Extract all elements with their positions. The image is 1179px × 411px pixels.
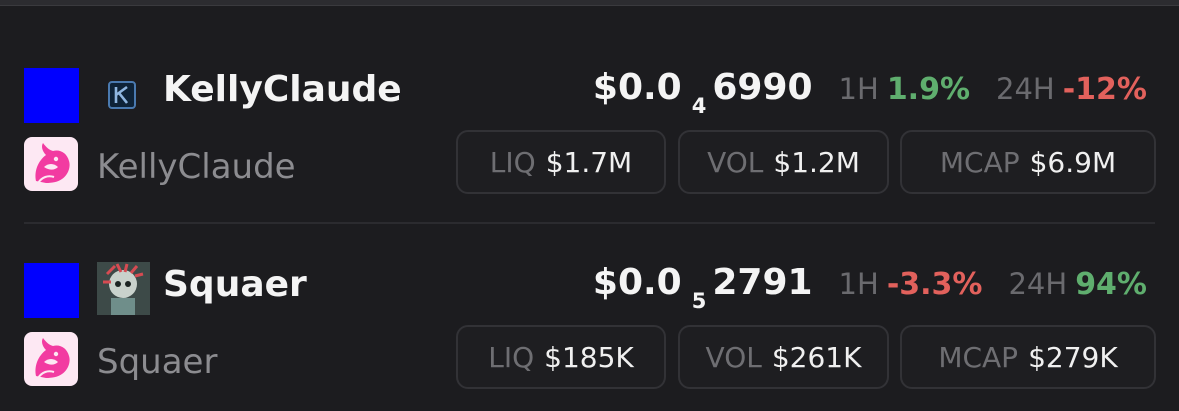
token-row-kellyclaude[interactable]: KellyClaude KellyClaude $0.0 4 6990 1H 1… xyxy=(0,55,1179,215)
price-and-changes: $0.0 4 6990 1H 1.9% 24H -12% xyxy=(592,67,1147,118)
h24-change: -12% xyxy=(1062,72,1147,107)
token-name[interactable]: Squaer xyxy=(163,264,307,305)
price-digits: 6990 xyxy=(712,67,813,108)
h24-label: 24H xyxy=(1008,267,1068,301)
liquidity-pill[interactable]: LIQ $1.7M xyxy=(456,130,666,194)
token-name[interactable]: KellyClaude xyxy=(163,69,402,110)
market-cap-pill[interactable]: MCAP $279K xyxy=(900,325,1156,389)
volume-pill[interactable]: VOL $1.2M xyxy=(678,130,889,194)
price-zero-count: 5 xyxy=(691,289,707,313)
vol-label: VOL xyxy=(705,340,762,374)
vol-value: $1.2M xyxy=(773,145,860,179)
price-zero-count: 4 xyxy=(691,94,707,118)
mcap-label: MCAP xyxy=(939,145,1020,179)
mcap-label: MCAP xyxy=(938,340,1019,374)
price-prefix: $0.0 xyxy=(592,67,682,108)
token-row-squaer[interactable]: Squaer Squaer $0.0 5 2791 1H -3.3% 24H 9… xyxy=(0,250,1179,410)
h24-label: 24H xyxy=(996,72,1055,106)
mcap-value: $279K xyxy=(1028,340,1118,374)
volume-pill[interactable]: VOL $261K xyxy=(678,325,889,389)
h1-change: 1.9% xyxy=(886,72,971,107)
row-divider xyxy=(24,222,1155,224)
squaer-avatar-icon xyxy=(97,262,150,315)
k-logo-icon xyxy=(108,81,136,109)
dex-pair-name: Squaer xyxy=(97,342,218,382)
top-edge xyxy=(0,0,1179,6)
h24-change: 94% xyxy=(1075,267,1147,302)
liq-value: $1.7M xyxy=(545,145,633,179)
price-and-changes: $0.0 5 2791 1H -3.3% 24H 94% xyxy=(592,262,1147,313)
vol-value: $261K xyxy=(771,340,862,374)
price-prefix: $0.0 xyxy=(592,262,682,303)
liquidity-pill[interactable]: LIQ $185K xyxy=(456,325,666,389)
market-cap-pill[interactable]: MCAP $6.9M xyxy=(900,130,1156,194)
uniswap-unicorn-icon xyxy=(24,137,78,191)
token-color-square xyxy=(24,68,79,123)
mcap-value: $6.9M xyxy=(1029,145,1117,179)
h1-label: 1H xyxy=(838,72,879,106)
liq-label: LIQ xyxy=(488,340,535,374)
price-digits: 2791 xyxy=(712,262,813,303)
token-color-square xyxy=(24,263,79,318)
dex-pair-name: KellyClaude xyxy=(97,147,296,187)
liq-value: $185K xyxy=(544,340,634,374)
uniswap-unicorn-icon xyxy=(24,332,78,386)
liq-label: LIQ xyxy=(489,145,536,179)
h1-change: -3.3% xyxy=(886,267,983,302)
vol-label: VOL xyxy=(707,145,764,179)
h1-label: 1H xyxy=(838,267,879,301)
